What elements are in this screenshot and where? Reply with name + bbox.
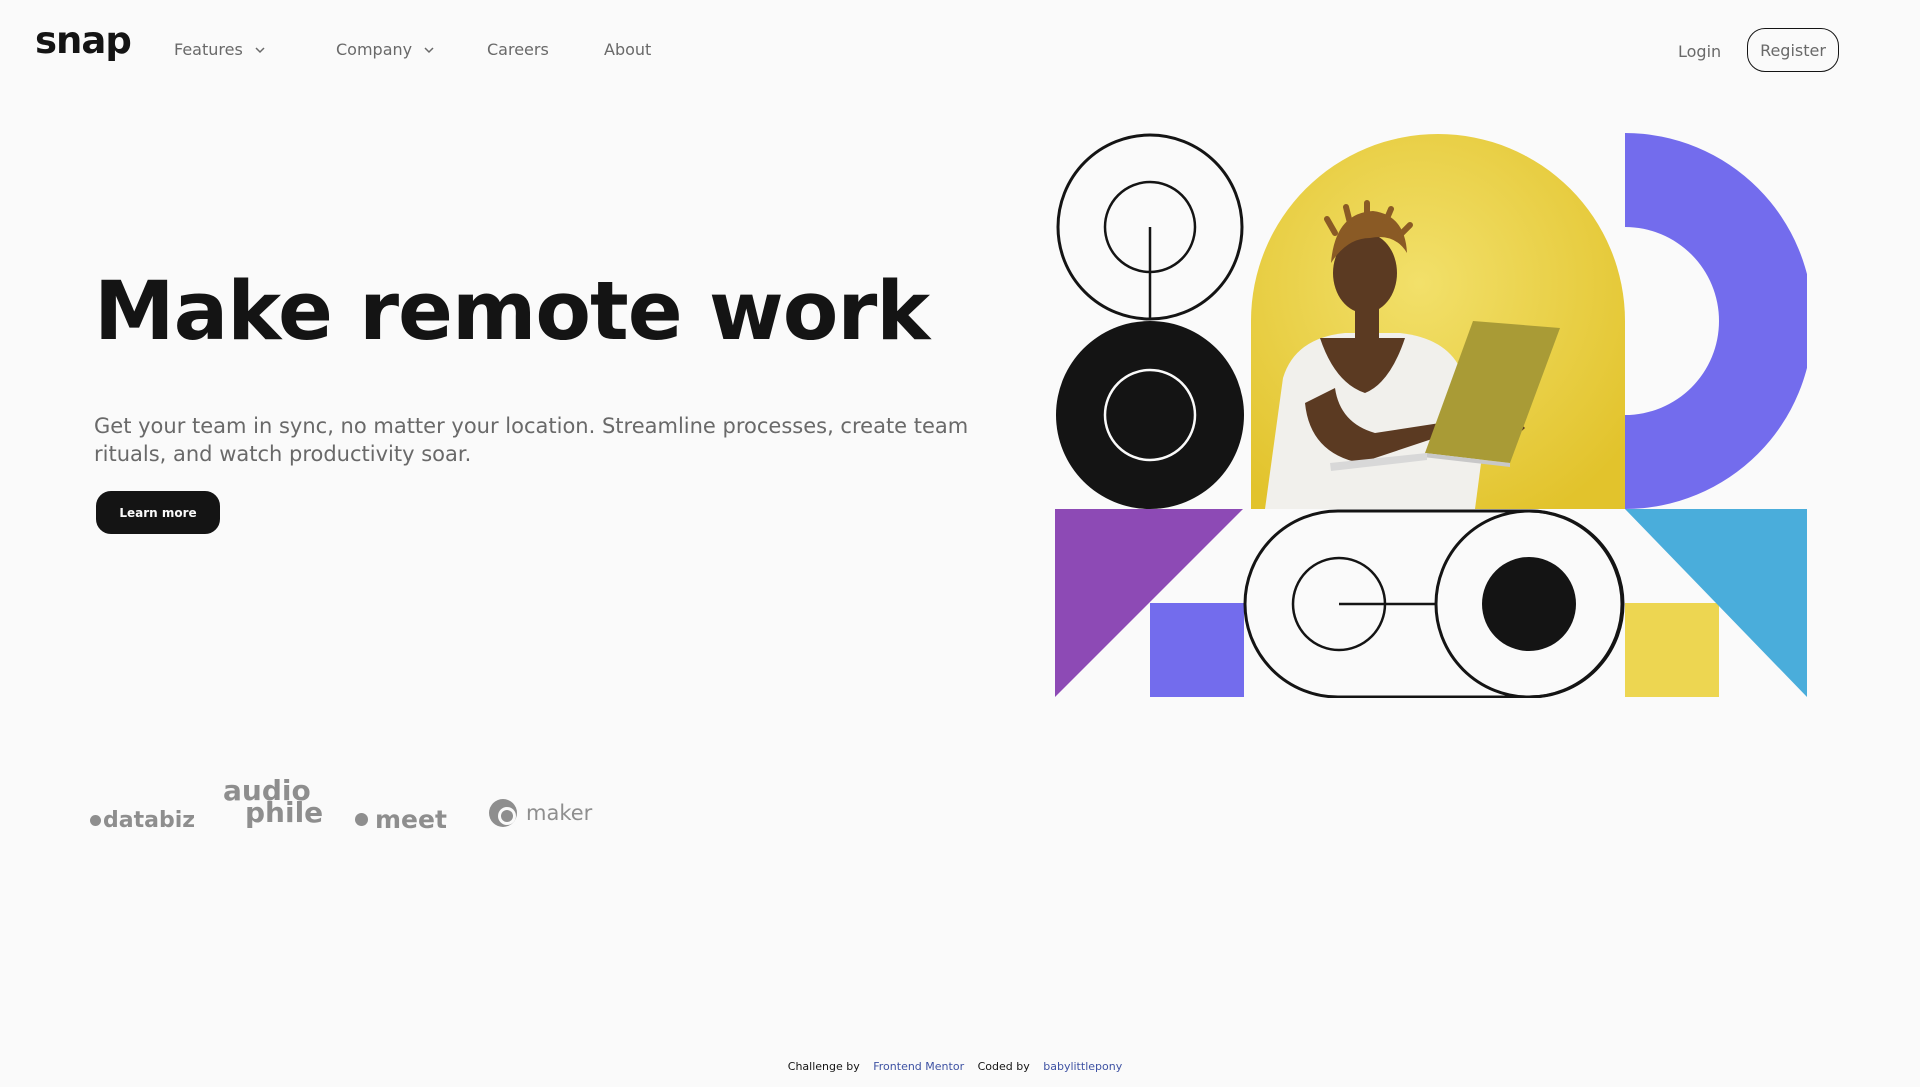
nav-features-label: Features <box>174 40 243 59</box>
hero-title: Make remote work <box>94 265 930 359</box>
ring-stem-shape <box>1056 133 1244 321</box>
databiz-logo-text: databiz <box>103 808 196 833</box>
pill-shape <box>1243 509 1625 698</box>
hero-description: Get your team in sync, no matter your lo… <box>94 414 969 466</box>
maker-icon <box>489 799 517 827</box>
learn-more-button[interactable]: Learn more <box>96 491 220 534</box>
register-button[interactable]: Register <box>1747 28 1839 72</box>
hero-illustration <box>1055 133 1807 698</box>
maker-logo-text: maker <box>526 801 593 825</box>
nav-company-label: Company <box>336 40 413 59</box>
maker-logo: maker <box>488 798 592 828</box>
purple-square-shape <box>1150 603 1244 697</box>
coded-by-label: Coded by <box>977 1060 1030 1073</box>
login-button[interactable]: Login <box>1678 42 1721 61</box>
hero-photo <box>1251 134 1625 509</box>
chevron-down-icon <box>255 46 265 53</box>
audiophile-logo: audio phile <box>223 777 323 827</box>
nav-about[interactable]: About <box>604 40 651 59</box>
black-circle-shape <box>1056 321 1244 509</box>
purple-arc-shape <box>1625 133 1807 509</box>
meet-logo: meet <box>355 805 447 834</box>
nav-company[interactable]: Company <box>336 40 434 59</box>
nav-careers[interactable]: Careers <box>487 40 549 59</box>
frontend-mentor-link[interactable]: Frontend Mentor <box>873 1060 964 1073</box>
author-link[interactable]: babylittlepony <box>1043 1060 1122 1073</box>
nav-features[interactable]: Features <box>174 40 265 59</box>
logo[interactable]: snap <box>35 22 132 59</box>
databiz-logo: databiz <box>90 808 195 833</box>
meet-logo-text: meet <box>375 805 447 834</box>
databiz-dot-icon <box>90 815 101 826</box>
challenge-label: Challenge by <box>787 1060 860 1073</box>
chevron-down-icon <box>424 46 434 53</box>
meet-dot-icon <box>355 813 368 826</box>
attribution: Challenge by Frontend Mentor Coded by ba… <box>0 1060 1920 1073</box>
yellow-square-shape <box>1625 603 1719 697</box>
client-logos: databiz audio phile meet maker <box>90 775 610 835</box>
